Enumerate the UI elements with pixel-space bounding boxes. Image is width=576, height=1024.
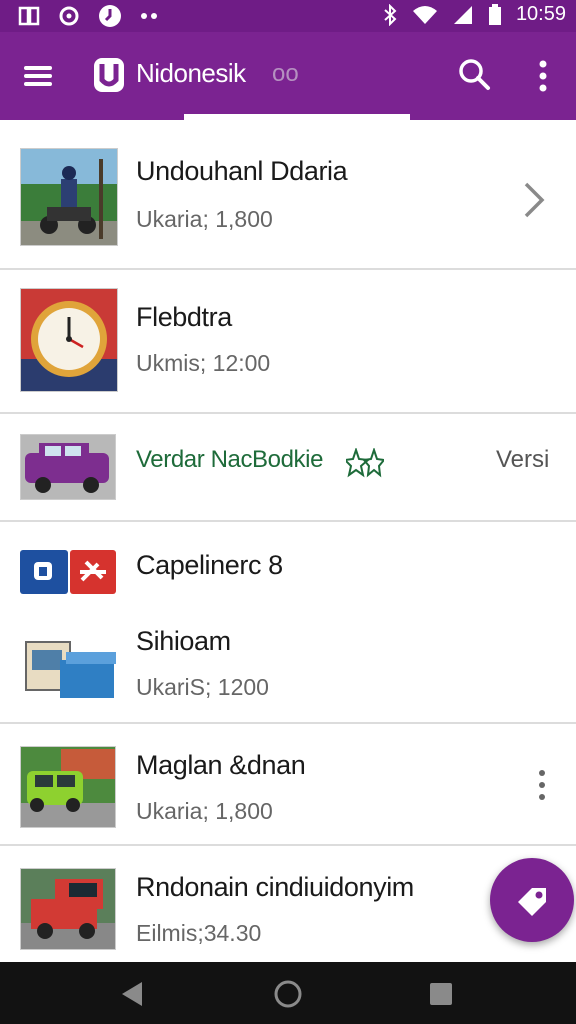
status-time: 10:59 (515, 3, 566, 25)
red-truck-thumbnail (20, 868, 116, 950)
back-button[interactable] (118, 980, 146, 1008)
item-subtitle: Ukmis; 12:00 (136, 350, 271, 376)
version-label[interactable]: Versi (496, 446, 549, 474)
item-title: Sihioam (136, 626, 231, 656)
item-subtitle: Ukaria; 1,800 (136, 798, 273, 824)
signal-icon (453, 5, 472, 24)
list-item[interactable]: Verdar NacBodkie Versi (0, 414, 576, 520)
home-button[interactable] (273, 979, 303, 1009)
overflow-menu-button[interactable] (528, 56, 558, 96)
notification-icon (99, 5, 121, 27)
app-title: Nidonesik (136, 58, 246, 88)
item-title: Capelinerc 8 (136, 550, 283, 580)
sim-icon (18, 6, 40, 26)
floating-action-button[interactable] (490, 858, 574, 942)
app-title-suffix: oo (272, 60, 299, 87)
list-item[interactable]: Flebdtra Ukmis; 12:00 (0, 270, 576, 412)
item-title: Rndonain cindiuidonyim (136, 872, 414, 902)
motorcycle-thumbnail (20, 148, 118, 246)
menu-button[interactable] (22, 62, 54, 90)
clock-icon (59, 6, 79, 26)
green-car-thumbnail (20, 746, 116, 828)
item-title: Verdar NacBodkie (136, 446, 324, 473)
app-bar: Nidonesik oo (0, 32, 576, 120)
item-subtitle: UkariS; 1200 (136, 674, 269, 700)
item-more-button[interactable] (530, 768, 554, 802)
item-title: Undouhanl Ddaria (136, 156, 348, 186)
wifi-icon (412, 5, 437, 24)
chevron-right-icon[interactable] (520, 180, 548, 220)
search-button[interactable] (454, 54, 494, 94)
navigation-bar (0, 962, 576, 1024)
boxes-thumbnail (25, 641, 116, 698)
more-notifications-icon (141, 13, 157, 19)
flags-thumbnail (20, 550, 116, 594)
stars-icon (346, 448, 384, 478)
item-subtitle: Ukaria; 1,800 (136, 206, 273, 232)
recents-button[interactable] (428, 981, 454, 1007)
battery-icon (488, 3, 501, 25)
clock-thumbnail (20, 288, 118, 392)
tag-icon (518, 888, 546, 916)
list-item[interactable]: Undouhanl Ddaria Ukaria; 1,800 (0, 120, 576, 268)
item-title: Maglan &dnan (136, 750, 306, 780)
item-subtitle: Eilmis;34.30 (136, 920, 262, 946)
bluetooth-icon (384, 3, 397, 26)
purple-car-thumbnail (20, 434, 116, 500)
list-item[interactable]: Maglan &dnan Ukaria; 1,800 (0, 724, 576, 844)
status-bar: 10:59 (0, 0, 576, 32)
item-title: Flebdtra (136, 302, 232, 332)
app-logo (94, 58, 124, 92)
list-item[interactable]: Capelinerc 8 Sihioam UkariS; 1200 (0, 522, 576, 722)
